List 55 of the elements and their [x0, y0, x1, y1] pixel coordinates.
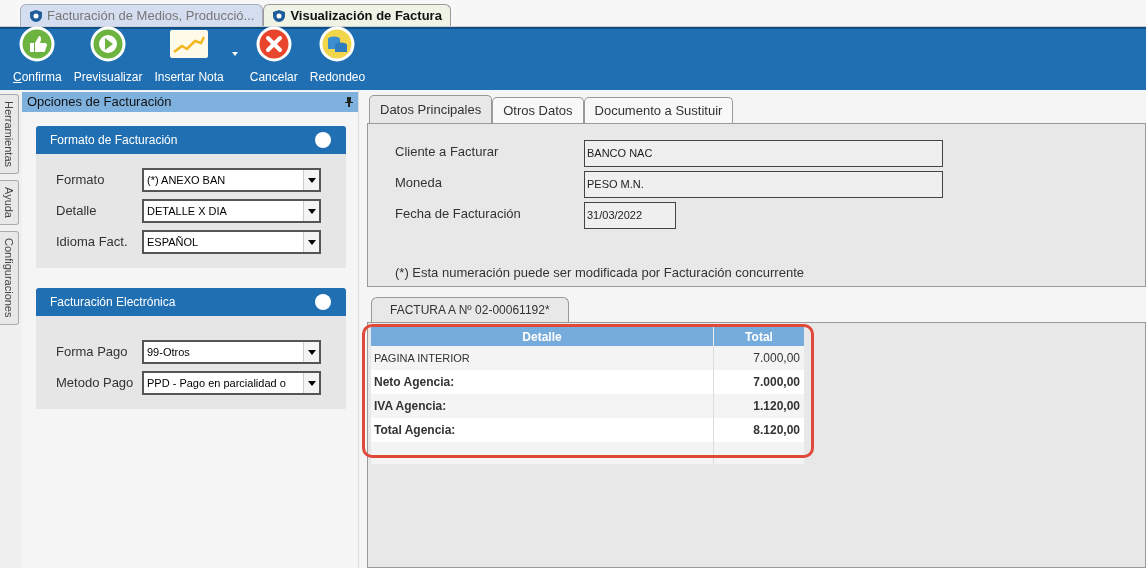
dropdown-arrow-icon [307, 239, 316, 245]
invoice-tab[interactable]: FACTURA A Nº 02-00061192* [371, 297, 569, 322]
table-cell-text: 7.000,00 [752, 374, 801, 391]
dropdown-value: 99-Otros [146, 344, 190, 360]
side-tab[interactable]: Ayuda [0, 180, 19, 226]
dropdown-field[interactable]: DETALLE X DIA [142, 199, 321, 223]
collapse-icon[interactable] [314, 293, 332, 311]
toolbar-button[interactable]: Previsualizar [72, 26, 144, 86]
text-field[interactable]: BANCO NAC [584, 140, 943, 167]
field-label: Cliente a Facturar [395, 143, 500, 161]
table-cell-text: 8.120,00 [752, 422, 801, 439]
toolbar-button[interactable]: Confirma [12, 26, 63, 86]
table-cell-text: 1.120,00 [752, 398, 801, 415]
dropdown-field[interactable]: (*) ANEXO BAN [142, 168, 321, 192]
trend-chart-icon [170, 30, 209, 58]
field-label: Moneda [395, 174, 443, 192]
dropdown-value: PPD - Pago en parcialidad o [146, 375, 286, 391]
group-title: Formato de Facturación [50, 132, 178, 149]
collapse-icon[interactable] [314, 131, 332, 149]
dropdown-field[interactable]: PPD - Pago en parcialidad o [142, 371, 321, 395]
dropdown-arrow-icon [307, 380, 316, 386]
table-cell-text: 7.000,00 [752, 350, 801, 367]
tab[interactable]: Otros Datos [492, 97, 584, 123]
dropdown-field[interactable]: 99-Otros [142, 340, 321, 364]
dropdown-caret-icon [231, 52, 238, 56]
toolbar-button[interactable]: Insertar Nota [153, 26, 239, 86]
toolbar-button[interactable]: Cancelar [248, 26, 299, 86]
document-tab[interactable]: Visualización de Factura [263, 4, 451, 26]
side-tab[interactable]: Herramientas [0, 94, 19, 175]
column-header: Total [744, 328, 774, 346]
toolbar-button[interactable]: Redondeo [308, 26, 367, 86]
dropdown-value: ESPAÑOL [146, 234, 199, 250]
note-text: (*) Esta numeración puede ser modificada por Facturación concurrente [395, 264, 805, 282]
dropdown-arrow-icon [307, 349, 316, 355]
tab[interactable]: Datos Principales [369, 95, 493, 123]
field-label: Detalle [56, 202, 98, 221]
dropdown-field[interactable]: ESPAÑOL [142, 230, 321, 254]
field-label: Metodo Pago [56, 374, 135, 393]
tab[interactable]: Documento a Sustituir [583, 97, 734, 123]
dropdown-value: DETALLE X DIA [146, 203, 227, 219]
field-label: Fecha de Facturación [395, 205, 522, 223]
dropdown-value: (*) ANEXO BAN [146, 172, 226, 188]
text-field[interactable]: PESO M.N. [584, 171, 943, 198]
shield-icon [272, 8, 287, 23]
shield-icon [29, 8, 43, 23]
text-field[interactable]: 31/03/2022 [584, 202, 676, 229]
dropdown-arrow-icon [307, 177, 316, 183]
group-title: Facturación Electrónica [50, 294, 176, 311]
panel-title: Opciones de Facturación [27, 93, 172, 112]
field-label: Forma Pago [56, 343, 129, 362]
side-tab[interactable]: Configuraciones [0, 231, 19, 325]
dropdown-arrow-icon [307, 208, 316, 214]
field-label: Idioma Fact. [56, 233, 129, 252]
pin-icon[interactable] [345, 97, 353, 107]
field-label: Formato [56, 171, 106, 190]
